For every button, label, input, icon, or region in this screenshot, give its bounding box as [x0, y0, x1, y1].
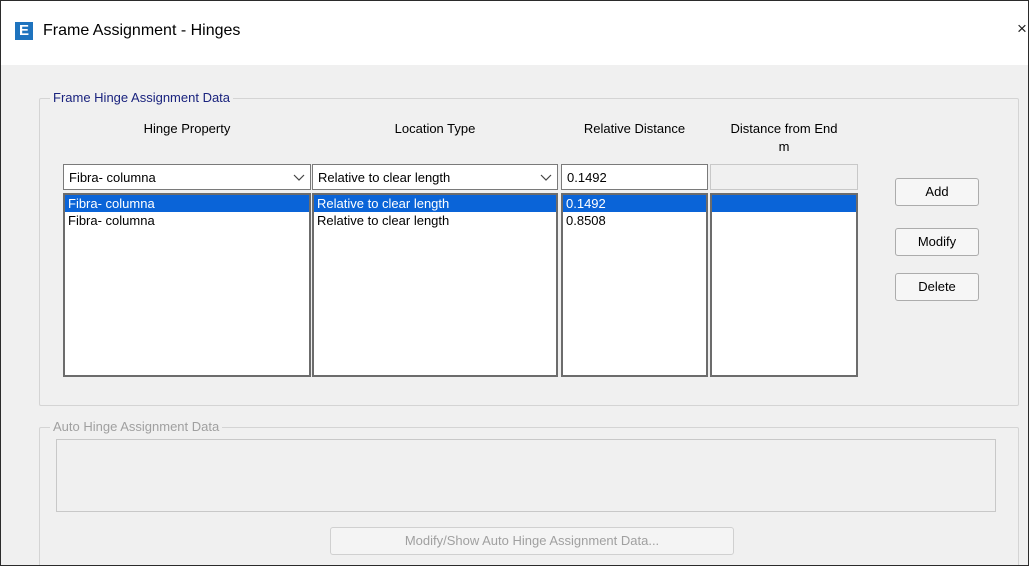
header-relative-distance: Relative Distance: [583, 121, 686, 136]
distance-from-end-input: [710, 164, 858, 190]
header-distance-unit: m: [778, 139, 790, 154]
chevron-down-icon[interactable]: [540, 168, 552, 186]
auto-hinge-data-panel: [56, 439, 996, 512]
relative-distance-input[interactable]: 0.1492: [561, 164, 708, 190]
list-item[interactable]: Fibra- columna: [65, 195, 309, 212]
relative-distance-input-value: 0.1492: [567, 170, 607, 185]
location-type-list[interactable]: Relative to clear length Relative to cle…: [312, 193, 558, 377]
list-item[interactable]: 0.8508: [563, 212, 706, 229]
delete-button[interactable]: Delete: [895, 273, 979, 301]
close-icon[interactable]: ×: [1017, 19, 1027, 39]
list-item[interactable]: [712, 195, 856, 212]
auto-hinge-assignment-legend: Auto Hinge Assignment Data: [50, 419, 223, 434]
location-type-dropdown[interactable]: Relative to clear length: [312, 164, 558, 190]
header-hinge-property: Hinge Property: [143, 121, 231, 136]
location-type-dropdown-value: Relative to clear length: [318, 170, 451, 185]
hinge-property-dropdown-value: Fibra- columna: [69, 170, 156, 185]
hinge-property-list[interactable]: Fibra- columna Fibra- columna: [63, 193, 311, 377]
header-location-type: Location Type: [394, 121, 476, 136]
modify-button[interactable]: Modify: [895, 228, 979, 256]
title-bar[interactable]: E Frame Assignment - Hinges ×: [1, 1, 1028, 65]
distance-from-end-list[interactable]: [710, 193, 858, 377]
add-button[interactable]: Add: [895, 178, 979, 206]
list-item[interactable]: Relative to clear length: [314, 212, 556, 229]
list-item[interactable]: [712, 212, 856, 229]
list-item[interactable]: 0.1492: [563, 195, 706, 212]
list-item[interactable]: Relative to clear length: [314, 195, 556, 212]
hinge-property-dropdown[interactable]: Fibra- columna: [63, 164, 311, 190]
relative-distance-list[interactable]: 0.1492 0.8508: [561, 193, 708, 377]
frame-assignment-hinges-dialog: E Frame Assignment - Hinges × Frame Hing…: [0, 0, 1029, 566]
modify-show-auto-hinge-button: Modify/Show Auto Hinge Assignment Data..…: [330, 527, 734, 555]
header-distance-from-end: Distance from End: [730, 121, 838, 136]
list-item[interactable]: Fibra- columna: [65, 212, 309, 229]
chevron-down-icon[interactable]: [293, 168, 305, 186]
etabs-app-icon: E: [15, 22, 33, 40]
frame-hinge-assignment-legend: Frame Hinge Assignment Data: [50, 90, 234, 105]
window-title: Frame Assignment - Hinges: [43, 22, 241, 39]
